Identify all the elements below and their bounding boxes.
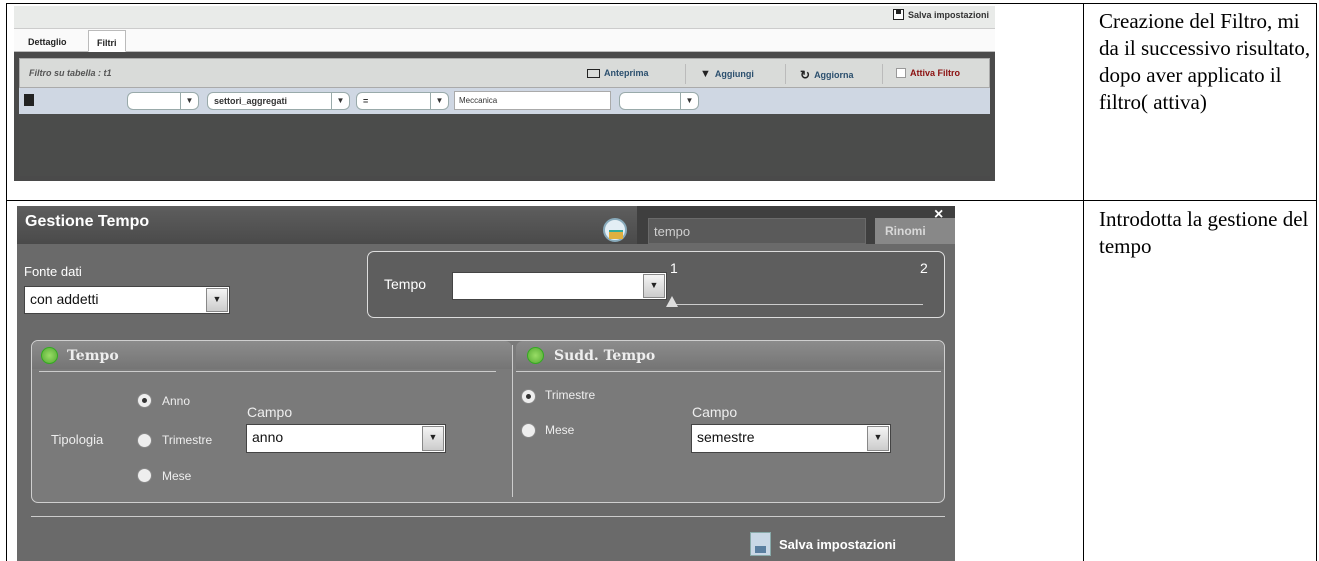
anteprima-button[interactable]: Anteprima — [587, 68, 649, 78]
filter-funnel-icon: ▼ — [700, 68, 711, 80]
group-divider — [516, 371, 941, 372]
radio-sudd-mese-label: Mese — [545, 423, 575, 437]
filter-field1-select[interactable]: ▼ — [127, 92, 199, 110]
aggiorna-label: Aggiorna — [814, 70, 854, 80]
floppy-icon — [892, 9, 904, 20]
group-right-title: Sudd. Tempo — [554, 348, 656, 364]
slider-thumb[interactable] — [666, 296, 678, 307]
dialog-title: Gestione Tempo — [25, 213, 150, 230]
radio-trimestre[interactable] — [137, 433, 152, 448]
group-divider — [39, 371, 496, 372]
aggiungi-label: Aggiungi — [714, 69, 754, 79]
fonte-dati-select[interactable]: con addetti ▼ — [24, 286, 230, 314]
chevron-down-icon: ▼ — [643, 274, 665, 298]
save-settings-label: Salva impostazioni — [907, 9, 989, 20]
radio-mese[interactable] — [137, 468, 152, 483]
radio-sudd-trimestre[interactable] — [521, 389, 536, 404]
name-input[interactable]: tempo — [648, 218, 866, 244]
tempo-slider-box: Tempo ▼ 1 2 — [367, 251, 945, 318]
chevron-down-icon: ▼ — [180, 93, 198, 109]
close-icon[interactable]: × — [934, 206, 943, 224]
table-border-right — [1316, 3, 1317, 561]
toolbar-divider — [785, 64, 786, 84]
radio-anno[interactable] — [137, 393, 152, 408]
tab-bar: Dettaglio Filtri — [14, 28, 995, 52]
group-left-title: Tempo — [67, 348, 119, 364]
monitor-icon — [587, 68, 600, 78]
toolbar-divider — [685, 64, 686, 84]
slider-max-label: 2 — [920, 260, 928, 276]
filter-value-input[interactable]: Meccanica — [454, 91, 611, 110]
filter-operator-select[interactable]: = ▼ — [356, 92, 449, 110]
field2-value: settori_aggregati — [214, 96, 288, 106]
attiva-filtro-label: Attiva Filtro — [910, 68, 961, 78]
campo-label-left: Campo — [247, 404, 293, 420]
chevron-down-icon: ▼ — [430, 93, 448, 109]
aggiungi-button[interactable]: ▼ Aggiungi — [700, 68, 754, 80]
anteprima-label: Anteprima — [604, 68, 649, 78]
filter-field2-select[interactable]: settori_aggregati ▼ — [207, 92, 350, 110]
campo-left-select[interactable]: anno ▼ — [246, 424, 446, 453]
footer-divider — [31, 516, 945, 517]
chevron-down-icon: ▼ — [422, 426, 444, 451]
radio-sudd-mese[interactable] — [521, 423, 536, 438]
floppy-icon — [750, 532, 771, 556]
slider-track[interactable] — [671, 304, 923, 305]
tempo-settings-group: Tempo Sudd. Tempo Tipologia Anno Trimest… — [31, 340, 945, 503]
trash-icon[interactable] — [24, 94, 34, 106]
filter-screenshot: Salva impostazioni Dettaglio Filtri Filt… — [14, 6, 995, 181]
tab-dettaglio[interactable]: Dettaglio — [20, 30, 75, 52]
filter-row: ▼ settori_aggregati ▼ = ▼ Meccanica ▼ — [19, 88, 990, 114]
calendar-clock-icon[interactable] — [603, 218, 627, 242]
note-row-2: Introdotta la gestione del tempo — [1099, 207, 1309, 258]
operator-value: = — [363, 96, 369, 106]
chevron-down-icon: ▼ — [206, 288, 228, 312]
attiva-filtro-toggle[interactable]: Attiva Filtro — [896, 68, 960, 78]
panel-title: Filtro su tabella : t1 — [29, 68, 112, 78]
tempo-screenshot: Gestione Tempo tempo Rinomi × Fonte dati… — [17, 206, 955, 561]
tab-filtri[interactable]: Filtri — [88, 30, 126, 52]
save-settings-button[interactable]: Salva impostazioni — [750, 532, 896, 556]
refresh-icon: ↻ — [800, 68, 811, 82]
radio-mese-label: Mese — [162, 469, 192, 483]
radio-anno-label: Anno — [162, 394, 191, 408]
fonte-dati-label: Fonte dati — [24, 264, 82, 279]
radio-sudd-trimestre-label: Trimestre — [545, 388, 596, 402]
note-row-1: Creazione del Filtro, mi da il successiv… — [1099, 9, 1311, 114]
tempo-select[interactable]: ▼ — [452, 272, 667, 300]
aggiorna-button[interactable]: ↻ Aggiorna — [800, 68, 854, 82]
chevron-down-icon: ▼ — [867, 426, 889, 451]
table-border-top — [6, 3, 1316, 4]
check-icon — [41, 347, 58, 364]
fonte-dati-value: con addetti — [30, 291, 99, 307]
table-row-separator — [6, 200, 1316, 201]
slider-min-label: 1 — [670, 260, 678, 276]
top-toolbar: Salva impostazioni — [14, 6, 995, 28]
campo-right-value: semestre — [697, 429, 755, 445]
radio-trimestre-label: Trimestre — [162, 433, 213, 447]
checkbox-icon — [896, 68, 906, 78]
filter-panel-header: Filtro su tabella : t1 Anteprima ▼ Aggiu… — [19, 58, 990, 88]
table-column-separator — [1083, 3, 1084, 561]
filter-panel: Filtro su tabella : t1 Anteprima ▼ Aggiu… — [19, 58, 990, 176]
toolbar-divider — [882, 64, 883, 84]
save-settings-label: Salva impostazioni — [779, 536, 897, 552]
group-vertical-divider — [512, 345, 513, 497]
check-icon — [527, 347, 544, 364]
save-settings-button[interactable]: Salva impostazioni — [892, 9, 989, 20]
chevron-down-icon: ▼ — [680, 93, 698, 109]
filter-field5-select[interactable]: ▼ — [619, 92, 699, 110]
campo-label-right: Campo — [692, 404, 738, 420]
campo-left-value: anno — [252, 429, 284, 445]
tempo-label: Tempo — [384, 276, 427, 292]
tipologia-label: Tipologia — [51, 432, 104, 447]
table-border-left — [6, 3, 7, 561]
campo-right-select[interactable]: semestre ▼ — [691, 424, 891, 453]
chevron-down-icon: ▼ — [331, 93, 349, 109]
